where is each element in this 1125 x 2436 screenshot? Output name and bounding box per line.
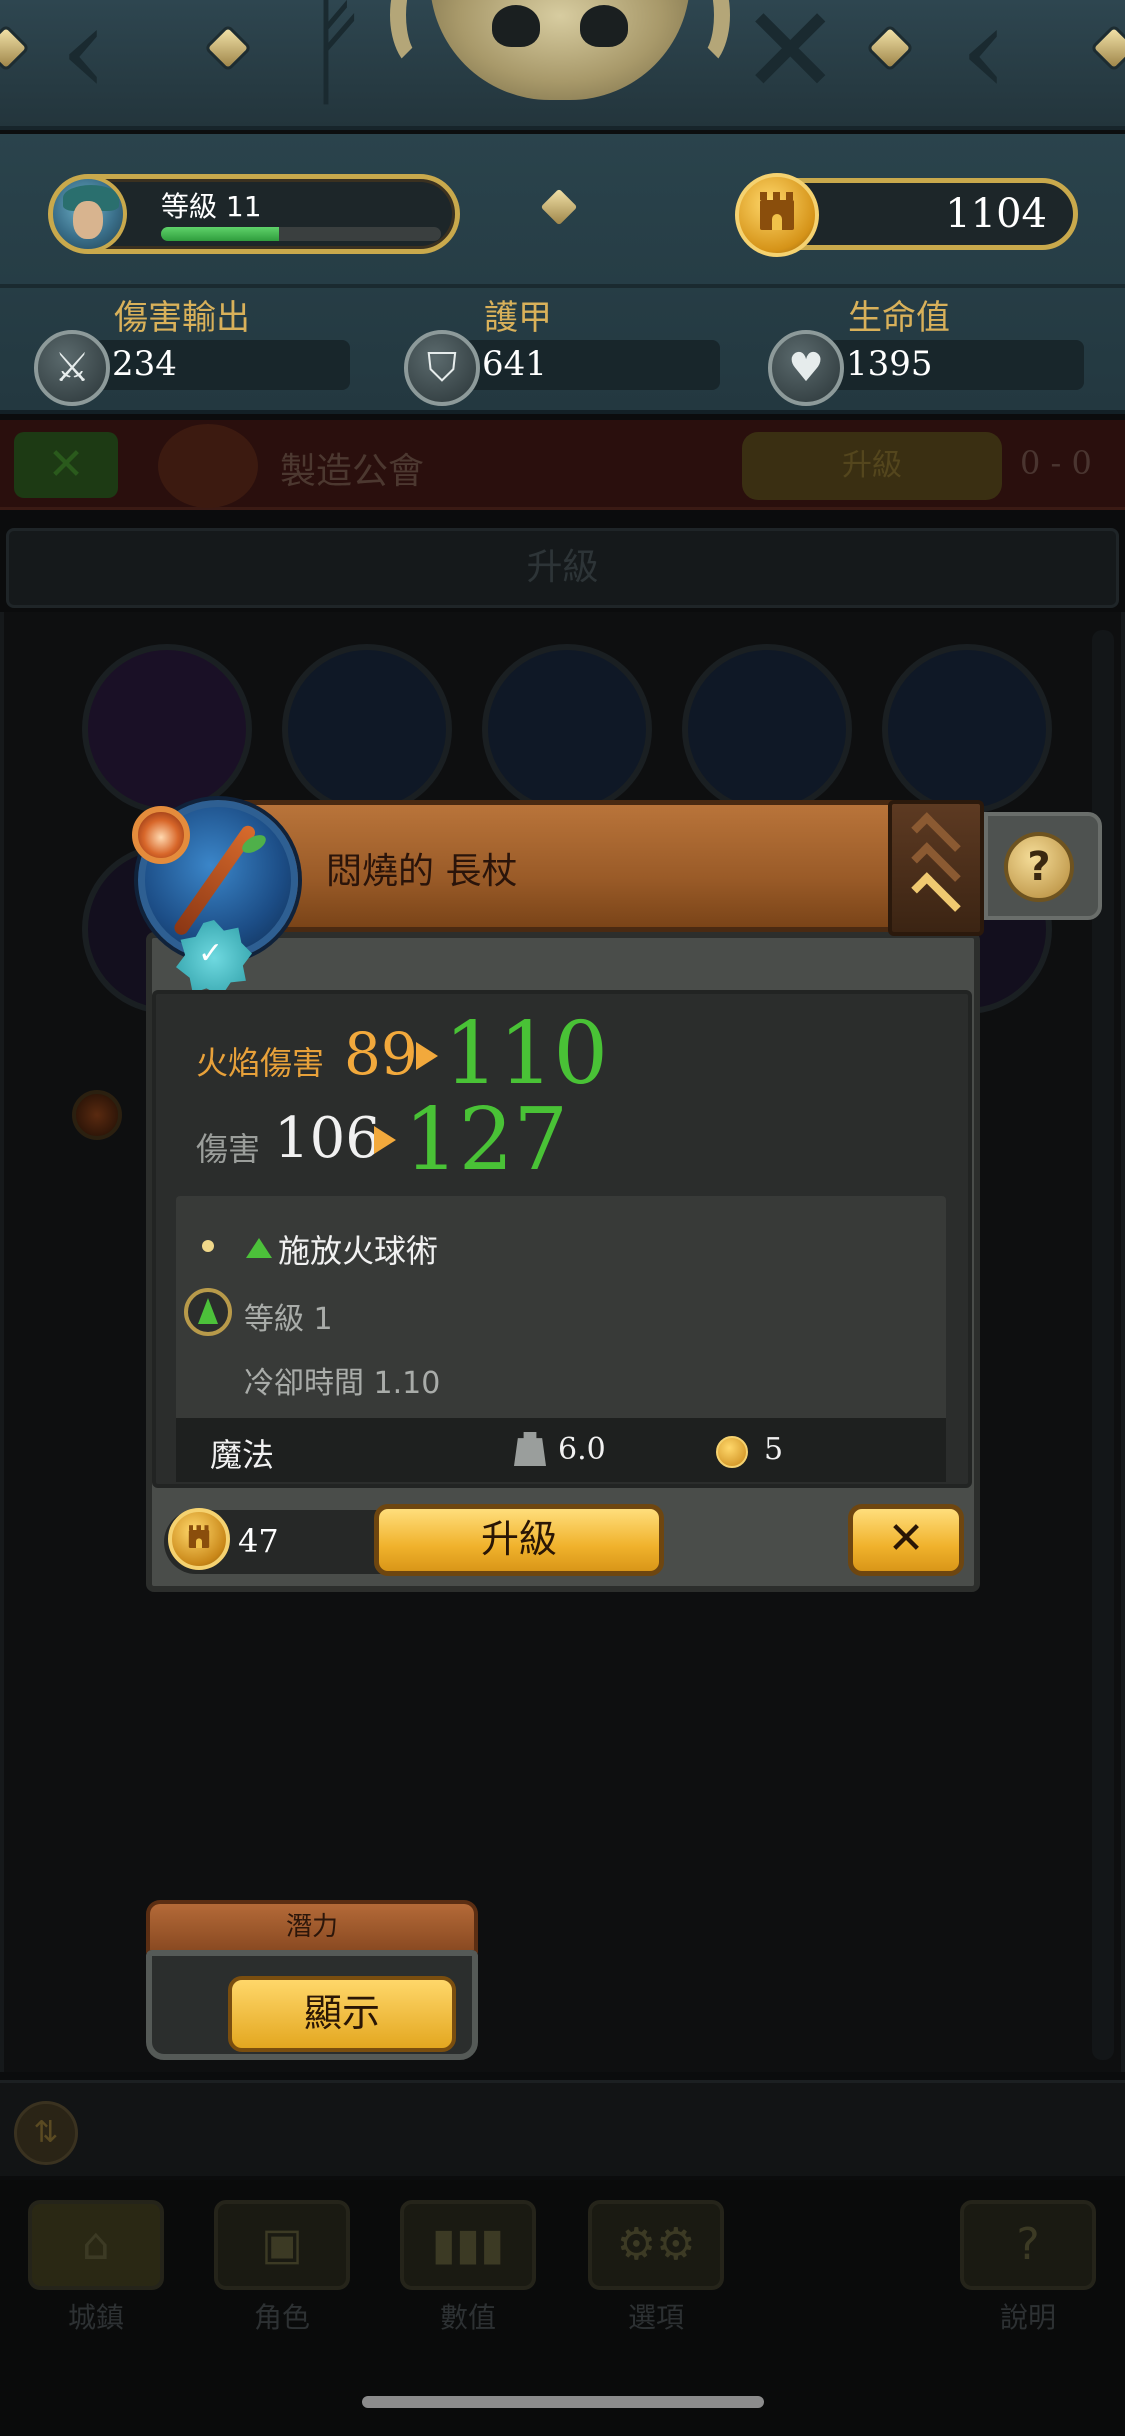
toolbar-row: ⇅ — [0, 2080, 1125, 2176]
stud-decoration — [540, 188, 578, 226]
shield-icon: ⛉ — [404, 330, 480, 406]
rune-decoration: ‹ — [60, 0, 108, 121]
stat-damage-value: 234 — [112, 344, 177, 384]
item-slot[interactable] — [282, 644, 452, 814]
stats-icon: ▮▮▮ — [400, 2200, 536, 2290]
guild-bar: ✕ 製造公會 升級 0 - 0 — [0, 420, 1125, 510]
sword-icon: ⚔ — [34, 330, 110, 406]
stud-decoration — [870, 28, 910, 68]
home-indicator[interactable] — [362, 2396, 764, 2408]
stat-damage-label: 傷害輸出 — [114, 298, 250, 338]
fire-damage-new: 110 — [444, 1004, 609, 1104]
fire-damage-label: 火焰傷害 — [196, 1044, 325, 1082]
potential-label: 潛力 — [146, 1900, 478, 1954]
show-potential-button[interactable]: 顯示 — [228, 1976, 456, 2052]
gem-icon — [72, 1090, 122, 1140]
stud-decoration — [208, 28, 248, 68]
item-help-tab[interactable]: ? — [984, 812, 1102, 920]
item-price: 5 — [764, 1432, 784, 1467]
arrow-right-icon — [416, 1042, 438, 1070]
damage-old: 106 — [274, 1106, 381, 1171]
nav-options[interactable]: ⚙⚙ 選項 — [588, 2200, 724, 2336]
guild-count: 0 - 0 — [1020, 444, 1092, 482]
guild-upgrade-button[interactable]: 升級 — [742, 432, 1002, 500]
stud-decoration — [1094, 28, 1125, 68]
spell-level: 等級 1 — [244, 1302, 333, 1337]
item-name: 悶燒的 長杖 — [326, 851, 518, 892]
help-icon: ? — [960, 2200, 1096, 2290]
rune-decoration: ‹ — [960, 0, 1008, 121]
help-icon[interactable]: ? — [1004, 832, 1074, 902]
character-icon: ▣ — [214, 2200, 350, 2290]
player-level-label: 等級 11 — [161, 190, 262, 223]
gold-castle-icon — [168, 1508, 230, 1570]
skull-emblem — [390, 0, 730, 100]
stat-health-label: 生命值 — [848, 298, 950, 338]
divider — [0, 284, 1125, 288]
item-slot[interactable] — [482, 644, 652, 814]
coin-icon — [716, 1436, 748, 1468]
rune-decoration: ᚠ — [300, 0, 372, 121]
stud-decoration — [0, 28, 26, 68]
heart-icon: ♥ — [768, 330, 844, 406]
avatar[interactable] — [49, 175, 127, 253]
xp-bar — [161, 227, 441, 241]
rank-chevrons-icon — [888, 800, 984, 936]
rune-decoration: ✕ — [740, 0, 841, 121]
nav-label: 數值 — [439, 2301, 496, 2334]
close-button[interactable]: ✕ — [848, 1504, 964, 1576]
spell-cooldown: 冷卻時間 1.10 — [244, 1366, 441, 1401]
gear-icon: ⚙⚙ — [588, 2200, 724, 2290]
guild-title: 製造公會 — [280, 451, 425, 492]
gold-castle-icon — [735, 173, 819, 257]
upgrade-cost-value: 47 — [238, 1522, 279, 1560]
upgrade-button[interactable]: 升級 — [374, 1504, 664, 1576]
item-slot[interactable] — [882, 644, 1052, 814]
potential-panel: 潛力 顯示 — [146, 1900, 478, 2060]
header-banner: ‹ ᚠ ✕ ‹ — [0, 0, 1125, 130]
xp-bar-fill — [161, 227, 279, 241]
nav-label: 說明 — [999, 2301, 1056, 2334]
damage-label: 傷害 — [196, 1130, 261, 1168]
town-icon: ⌂ — [28, 2200, 164, 2290]
stat-armor-value: 641 — [482, 344, 547, 384]
gold-counter[interactable]: 1104 — [735, 173, 1078, 257]
stat-armor-label: 護甲 — [484, 298, 552, 338]
fire-gem-icon — [132, 806, 190, 864]
item-type: 魔法 — [210, 1436, 275, 1474]
nav-label: 角色 — [253, 2301, 310, 2334]
player-level-frame[interactable]: 等級 11 — [48, 174, 460, 254]
gold-amount: 1104 — [945, 191, 1047, 237]
bullet-icon — [202, 1240, 214, 1252]
nav-label: 選項 — [627, 2301, 684, 2334]
tab-upgrade[interactable]: 升級 — [6, 528, 1119, 608]
stat-health-value: 1395 — [846, 344, 933, 384]
hammer-icon — [158, 424, 258, 508]
up-arrow-icon — [246, 1238, 272, 1258]
spell-name: 施放火球術 — [278, 1232, 439, 1270]
nav-help[interactable]: ? 說明 — [960, 2200, 1096, 2336]
level-up-icon — [184, 1288, 232, 1336]
damage-new: 127 — [404, 1090, 569, 1190]
arrow-right-icon — [374, 1126, 396, 1154]
player-stats-panel: 等級 11 1104 ⚔ 傷害輸出 234 ⛉ 護甲 641 ♥ 生命值 139… — [0, 134, 1125, 414]
nav-character[interactable]: ▣ 角色 — [214, 2200, 350, 2336]
item-weight: 6.0 — [558, 1432, 606, 1467]
nav-stats[interactable]: ▮▮▮ 數值 — [400, 2200, 536, 2336]
swap-icon[interactable]: ⇅ — [14, 2101, 78, 2165]
nav-label: 城鎮 — [67, 2301, 124, 2334]
nav-town[interactable]: ⌂ 城鎮 — [28, 2200, 164, 2336]
guild-close-button[interactable]: ✕ — [14, 432, 118, 498]
check-icon: ✓ — [198, 936, 224, 971]
fire-damage-old: 89 — [344, 1020, 418, 1088]
item-slot[interactable] — [682, 644, 852, 814]
item-slot[interactable] — [82, 644, 252, 814]
